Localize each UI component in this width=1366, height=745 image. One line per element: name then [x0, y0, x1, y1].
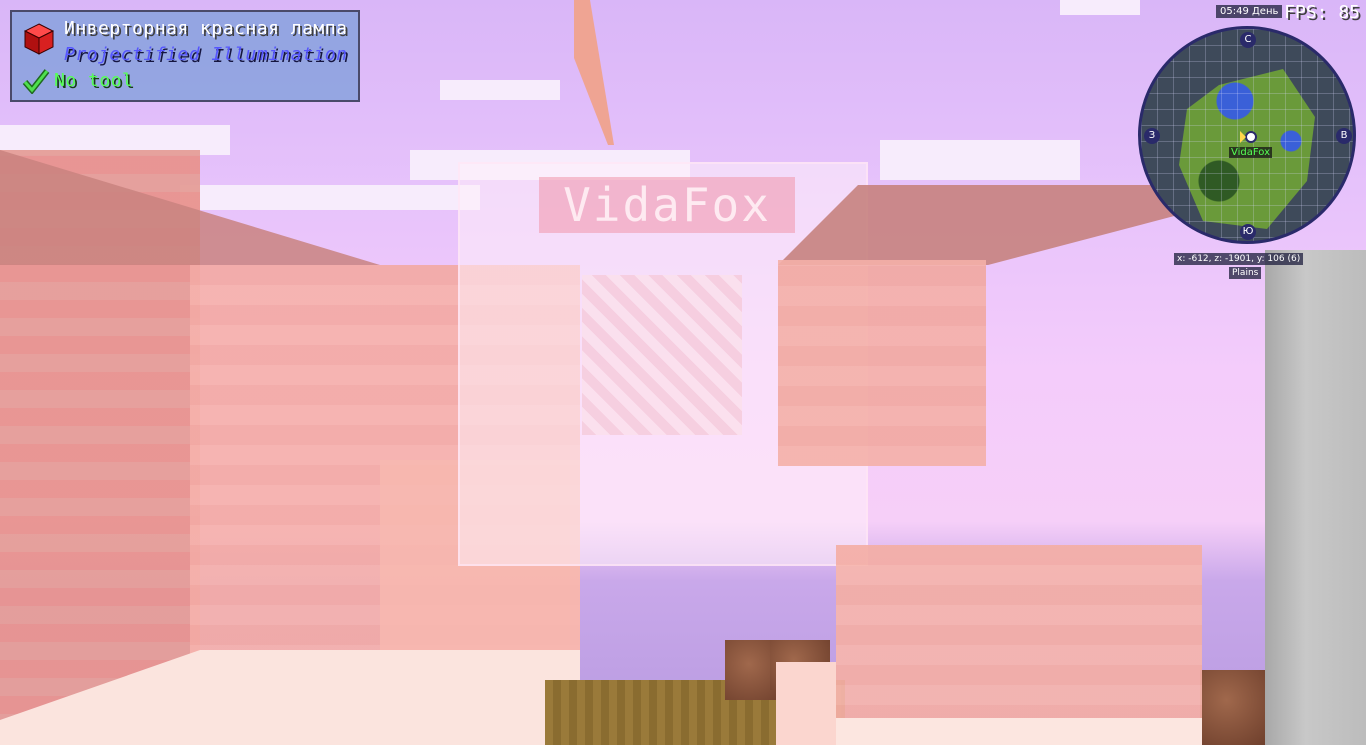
compass-south: Ю — [1240, 224, 1256, 240]
stone-pillar — [1265, 250, 1366, 745]
cloud — [440, 80, 560, 100]
fps-counter: FPS: 85 — [1284, 2, 1360, 23]
tool-status: No tool — [54, 70, 134, 91]
player-marker-icon — [1240, 131, 1257, 143]
compass-east: В — [1336, 128, 1352, 144]
minimap[interactable]: С Ю З В VidaFox — [1138, 26, 1356, 244]
redstone-lamp-icon — [24, 23, 54, 55]
block-name: Инверторная красная лампа — [64, 18, 348, 39]
game-time: 05:49 День — [1216, 5, 1283, 18]
minimap-player-name: VidaFox — [1229, 147, 1272, 158]
cloud — [880, 140, 1080, 180]
pink-block-right-near — [836, 545, 1202, 745]
block-info-panel: Инверторная красная лампа Projectified I… — [10, 10, 360, 102]
compass-north: С — [1240, 32, 1256, 48]
cloud — [1060, 0, 1140, 15]
light-beam — [574, 0, 614, 145]
floor-right — [836, 718, 1202, 745]
biome-name: Plains — [1229, 267, 1262, 279]
player-nametag: VidaFox — [539, 177, 795, 233]
pink-block-right-mid — [778, 260, 986, 466]
player-coordinates: x: -612, z: -1901, y: 106 (6) — [1174, 253, 1304, 265]
game-viewport[interactable]: VidaFox Инверторная красная лампа Projec… — [0, 0, 1366, 745]
checkmark-icon — [22, 69, 50, 94]
pink-block-small — [776, 662, 836, 745]
compass-west: З — [1144, 128, 1160, 144]
mod-name: Projectified Illumination — [64, 44, 348, 65]
cloud — [180, 185, 480, 210]
player-model — [582, 275, 742, 435]
tree-canopy — [1200, 670, 1266, 745]
